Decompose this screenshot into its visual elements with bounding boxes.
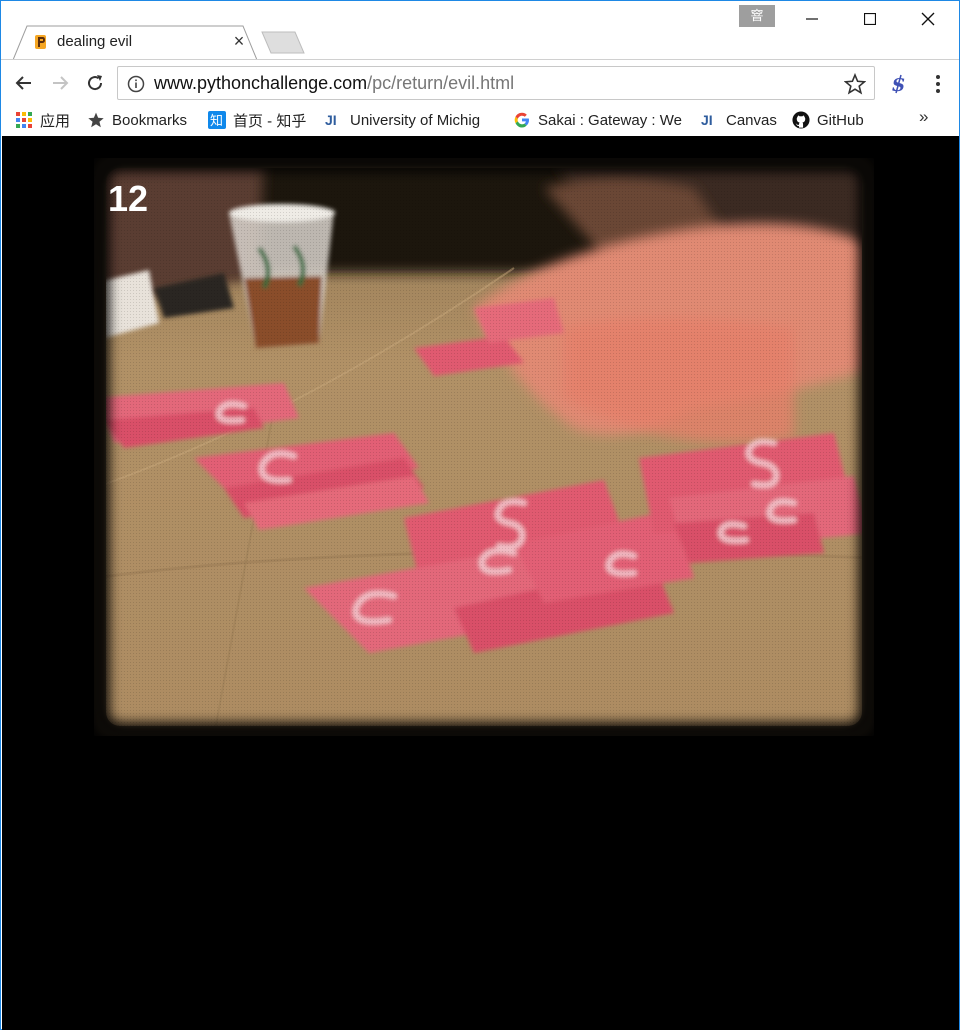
bookmark-label: GitHub (817, 111, 864, 129)
github-icon (792, 111, 810, 129)
bookmarks-bar: 应用 Bookmarks 知 首页 - 知乎 JI University of … (1, 105, 959, 136)
bookmarks-overflow-button[interactable]: » (919, 107, 928, 127)
ji-icon: JI (701, 111, 719, 129)
tab-active[interactable]: dealing evil × (13, 25, 257, 61)
bookmark-canvas[interactable]: JI Canvas (701, 107, 777, 133)
menu-dots-icon[interactable] (927, 72, 949, 96)
bookmark-sakai[interactable]: Sakai : Gateway : We (513, 107, 685, 133)
tab-shape (13, 25, 257, 61)
image-number-label: 12 (108, 178, 149, 219)
minimize-button[interactable] (783, 1, 841, 37)
tab-strip: dealing evil × 窨 (1, 1, 959, 61)
ji-icon: JI (325, 111, 343, 129)
ime-indicator: 窨 (739, 5, 775, 27)
pythonchallenge-favicon-icon (33, 34, 49, 50)
bookmark-zhihu[interactable]: 知 首页 - 知乎 (208, 107, 306, 133)
back-button[interactable] (9, 68, 39, 98)
bookmark-label: Canvas (726, 111, 777, 129)
svg-text:JI: JI (701, 112, 713, 128)
bookmark-apps[interactable]: 应用 (15, 107, 70, 133)
extension-icon[interactable]: S (887, 72, 911, 96)
svg-text:知: 知 (210, 113, 223, 129)
bookmark-github[interactable]: GitHub (792, 107, 864, 133)
page-content: 12 (2, 136, 959, 1030)
info-icon[interactable] (127, 75, 145, 93)
star-icon (87, 111, 105, 129)
arrow-left-icon (15, 76, 31, 90)
url-text[interactable]: www.pythonchallenge.com/pc/return/evil.h… (154, 73, 514, 94)
address-bar[interactable]: www.pythonchallenge.com/pc/return/evil.h… (117, 66, 875, 100)
google-icon (513, 111, 531, 129)
bookmark-label: Bookmarks (112, 111, 188, 129)
maximize-icon (864, 13, 876, 25)
reload-icon (88, 75, 103, 91)
svg-text:JI: JI (325, 112, 337, 128)
arrow-right-icon (53, 76, 69, 90)
browser-window: dealing evil × 窨 www.pythonchallenge.com… (0, 0, 960, 1030)
reload-button[interactable] (80, 68, 110, 98)
bookmark-umich[interactable]: JI University of Michig (325, 107, 495, 133)
close-icon (921, 12, 935, 26)
bookmark-label: University of Michig (350, 111, 481, 129)
bookmark-label: Sakai : Gateway : We (538, 111, 682, 129)
bookmark-star-icon[interactable] (844, 73, 866, 95)
new-tab-button[interactable] (259, 31, 307, 55)
browser-toolbar: www.pythonchallenge.com/pc/return/evil.h… (1, 59, 959, 105)
tab-title: dealing evil (57, 33, 133, 50)
apps-grid-icon (15, 111, 33, 129)
bookmark-label: 首页 - 知乎 (233, 112, 307, 130)
minimize-icon (806, 18, 818, 20)
url-path: /pc/return/evil.html (367, 73, 515, 93)
close-window-button[interactable] (899, 1, 957, 37)
tab-close-icon[interactable]: × (231, 31, 247, 51)
url-host: www.pythonchallenge.com (154, 73, 368, 93)
zhihu-icon: 知 (208, 111, 226, 129)
evil-photo[interactable] (94, 158, 874, 736)
bookmark-folder-bookmarks[interactable]: Bookmarks (87, 107, 187, 133)
maximize-button[interactable] (841, 1, 899, 37)
forward-button[interactable] (45, 68, 75, 98)
bookmark-label: 应用 (40, 112, 71, 130)
